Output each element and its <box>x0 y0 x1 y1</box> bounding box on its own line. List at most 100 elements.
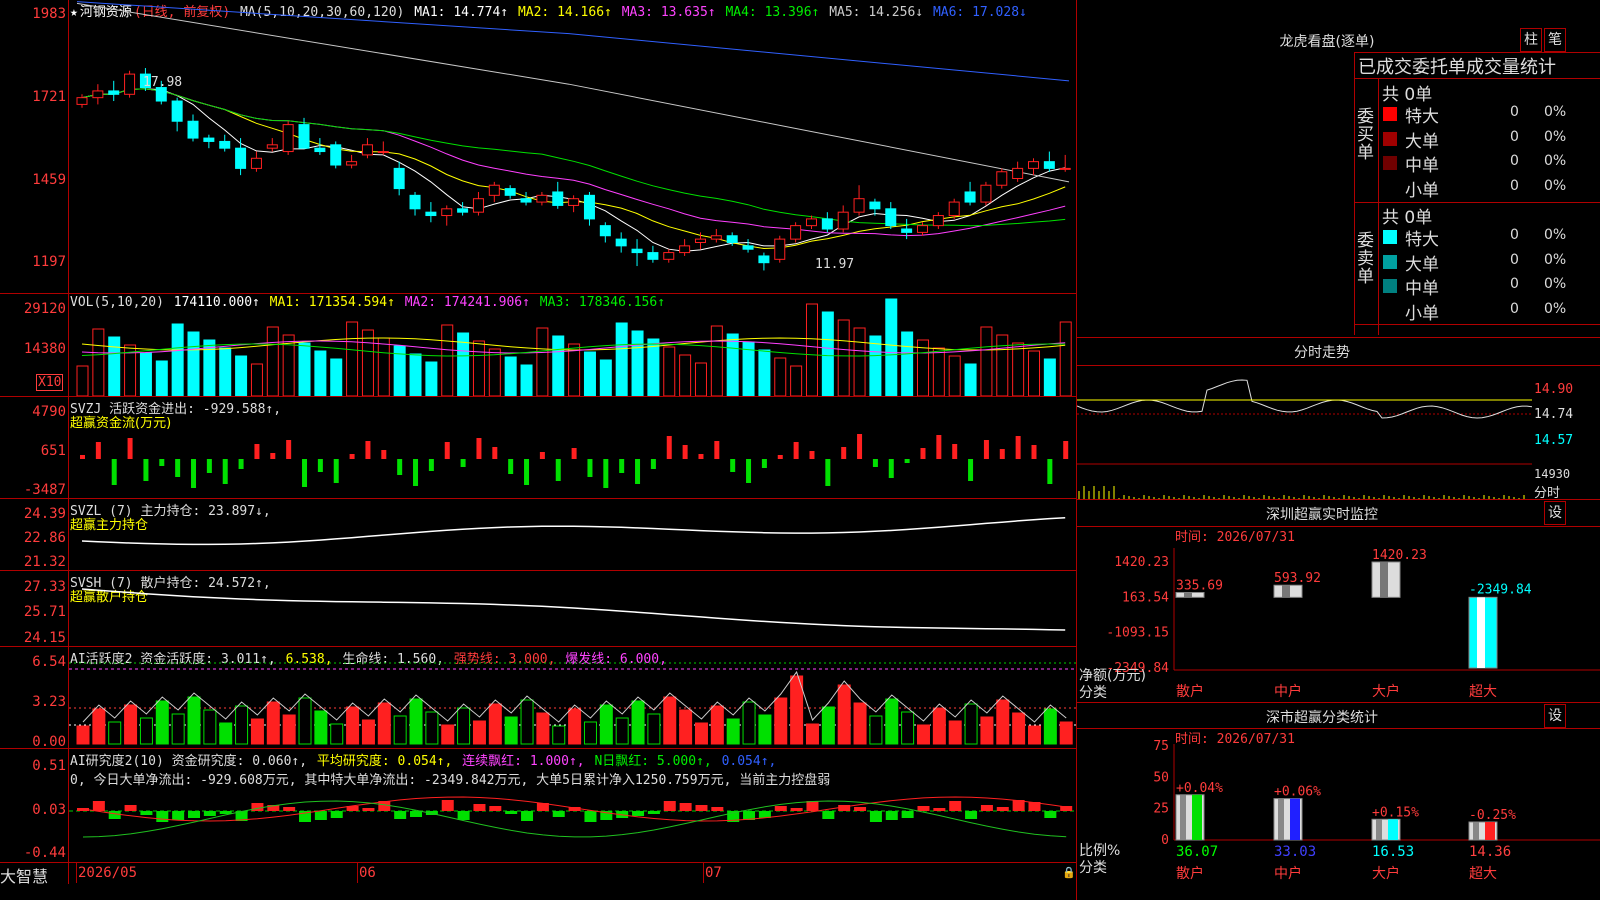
lhb-divider <box>1354 324 1600 325</box>
bar-mode-button[interactable]: 柱 <box>1520 28 1542 52</box>
candle <box>250 151 262 172</box>
ai-active-bar <box>536 712 550 745</box>
svzj-bar <box>254 444 260 459</box>
candle <box>1012 161 1024 182</box>
ai-active-bar <box>266 701 280 745</box>
monitor-category: 散户 <box>1176 683 1204 700</box>
buy-side-label: 委买单 <box>1357 107 1374 163</box>
candle <box>583 191 595 226</box>
svzj-bar <box>730 459 736 472</box>
vol-bar <box>139 352 152 396</box>
stats-change-label: -0.25% <box>1469 808 1516 823</box>
buy-swatch <box>1383 156 1397 170</box>
stats-value-label: 16.53 <box>1372 844 1414 860</box>
ma-line <box>76 1 1070 82</box>
vol-bar <box>266 326 279 396</box>
ai-research-bar <box>362 808 375 811</box>
sell-row-pct: 0% <box>1544 251 1567 268</box>
ai-active-bar <box>520 699 534 745</box>
svzj-bar <box>381 450 387 459</box>
stats-settings-button[interactable]: 设 <box>1544 704 1566 728</box>
sell-row-count: 0 <box>1510 227 1519 243</box>
buy-row-count: 0 <box>1510 177 1519 194</box>
vol-bar <box>726 333 739 396</box>
ai-active-bar <box>488 703 502 745</box>
svzj-bar <box>952 444 958 459</box>
ai-active-bar <box>472 720 486 745</box>
ai-research-bar <box>996 807 1009 811</box>
candle <box>932 212 944 230</box>
candle <box>663 249 675 263</box>
svzj-bar <box>175 459 181 477</box>
ai-active-bar <box>821 706 835 745</box>
vol-bar <box>187 331 200 396</box>
main-chart-area[interactable]: ★ 河钢资源 (日线, 前复权) MA(5,10,20,30,60,120) MA1… <box>0 0 1077 900</box>
ai-research-bar <box>980 805 993 811</box>
lhb-title: 龙虎看盘(逐单) <box>1279 34 1375 50</box>
monitor-ytick: 1420.23 <box>1114 555 1169 570</box>
ai-research-bar <box>854 807 867 811</box>
vol-bar <box>108 336 121 396</box>
tick-mode-button[interactable]: 笔 <box>1544 28 1566 52</box>
svzj-chart[interactable] <box>69 397 1076 498</box>
candle <box>504 185 516 199</box>
vol-bar <box>377 337 390 396</box>
svzj-bar <box>904 459 910 463</box>
candle <box>108 80 120 102</box>
monitor-bar <box>1371 561 1401 598</box>
stats-value-label: 36.07 <box>1176 844 1218 860</box>
monitor-category: 大户 <box>1372 683 1400 700</box>
monitor-category: 超大 <box>1469 684 1497 700</box>
monitor-chart[interactable]: 1420.23 163.54 -1093.15 -2349.84 335.69 散户 59… <box>1077 540 1600 702</box>
candle <box>853 185 865 216</box>
vol-chart[interactable] <box>69 294 1076 396</box>
vol-bar <box>1043 358 1056 396</box>
ai-research-bar <box>330 811 343 818</box>
kline-chart[interactable]: 17.98 11.97 <box>69 0 1076 293</box>
candle <box>1043 151 1055 172</box>
monitor-settings-button[interactable]: 设 <box>1544 501 1566 525</box>
intraday-chart[interactable] <box>1077 366 1532 499</box>
ai-active-bar <box>647 713 661 745</box>
stats-chart[interactable]: 75 50 25 0 +0.04% 36.07 散户 +0.06% 33.03 中户 +0.15%… <box>1077 740 1600 900</box>
ma-line <box>76 2 1070 183</box>
sell-row-label: 中单 <box>1405 279 1439 299</box>
vol-bar <box>869 335 882 396</box>
ai-active-ytick: 0.00 <box>32 734 66 750</box>
candle <box>1027 158 1039 176</box>
ai-research-bar <box>647 811 660 814</box>
brand-logo[interactable]: 大智慧 <box>0 863 48 887</box>
vol-bar <box>441 324 454 396</box>
ai-active-bar <box>916 724 930 745</box>
svzj-bar <box>222 459 228 484</box>
month-label: 06 <box>359 865 376 881</box>
stats-divider <box>1077 702 1600 703</box>
vol-bar <box>568 343 581 396</box>
svzj-bar <box>286 440 292 459</box>
buy-row-pct: 0% <box>1544 153 1567 169</box>
vol-bar <box>488 348 501 396</box>
ai-active-bar <box>583 721 597 745</box>
sell-side-label: 委卖单 <box>1357 231 1374 287</box>
vol-bar <box>219 347 232 396</box>
svzl-chart[interactable] <box>69 499 1076 570</box>
ai-active-bar <box>694 722 708 745</box>
ai-research-bar <box>124 805 137 811</box>
svzj-bar <box>603 459 609 488</box>
ai-active-chart[interactable] <box>69 647 1076 748</box>
vol-bar <box>409 353 422 396</box>
vol-bar <box>948 355 961 396</box>
sell-row-pct: 0% <box>1544 300 1567 317</box>
vol-bar <box>1027 350 1040 396</box>
vol-unit-badge[interactable]: X10 <box>36 374 64 391</box>
buy-row-count: 0 <box>1510 104 1519 120</box>
vol-bar <box>853 327 866 396</box>
ai-research-bar <box>441 800 454 811</box>
ai-research-bar <box>822 811 835 819</box>
intraday-ytick: 14.57 <box>1534 433 1574 448</box>
svzj-bar <box>936 435 942 459</box>
ai-research-chart[interactable] <box>69 749 1076 862</box>
svsh-chart[interactable] <box>69 571 1076 646</box>
lock-icon[interactable]: 🔒 <box>1062 866 1076 879</box>
sell-swatch <box>1383 303 1397 318</box>
